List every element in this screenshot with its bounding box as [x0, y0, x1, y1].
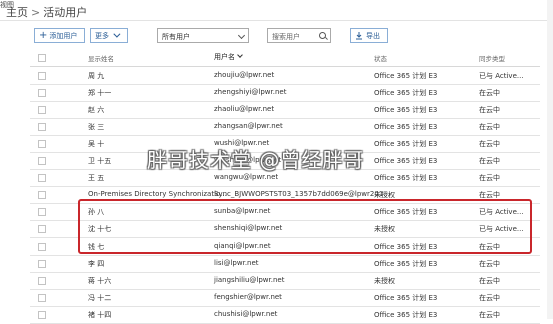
cell-user-name: zhangsan@lpwr.net — [214, 122, 283, 131]
row-checkbox[interactable] — [38, 225, 46, 234]
cell-display-name[interactable]: 蒋 十六 — [88, 276, 111, 286]
cell-sync-type: 在云中 — [479, 106, 500, 115]
search-placeholder: 搜索用户 — [272, 33, 300, 41]
export-icon — [356, 31, 362, 39]
table-row[interactable]: 张 三 zhangsan@lpwr.net Office 365 计划 E3 在云中 — [0, 119, 553, 137]
row-checkbox[interactable] — [38, 191, 46, 200]
cell-display-name[interactable]: 郑 十一 — [88, 88, 111, 98]
export-button[interactable]: 导出 — [350, 28, 388, 43]
table-row[interactable]: 李 四 lisi@lpwr.net Office 365 计划 E3 在云中 — [0, 256, 553, 273]
cell-status: 未授权 — [374, 276, 395, 285]
cell-sync-type: 在云中 — [479, 89, 500, 98]
cell-status: Office 365 计划 E3 — [374, 310, 438, 319]
cell-user-name: zhoujiu@lpwr.net — [214, 71, 275, 79]
cell-status: Office 365 计划 E3 — [374, 293, 438, 302]
select-all-checkbox[interactable] — [38, 54, 46, 62]
sort-descending-icon — [237, 52, 243, 58]
cell-sync-type: 在云中 — [479, 276, 500, 285]
scrollbar[interactable] — [547, 0, 553, 319]
cell-user-name: chushisi@lpwr.net — [214, 309, 278, 318]
watermark: 胖哥技术堂 @曾经胖哥 — [147, 148, 365, 172]
add-user-label: 添加用户 — [49, 31, 78, 40]
cell-sync-type: 在云中 — [479, 140, 500, 149]
cell-display-name[interactable]: 冯 十二 — [88, 293, 111, 303]
view-select-value: 所有用户 — [162, 33, 190, 41]
chevron-down-icon — [237, 31, 246, 40]
cell-display-name[interactable]: 褚 十四 — [88, 310, 111, 320]
cell-display-name[interactable]: 周 九 — [88, 71, 104, 81]
row-checkbox[interactable] — [38, 208, 46, 217]
row-checkbox[interactable] — [38, 89, 46, 98]
row-checkbox[interactable] — [38, 174, 46, 183]
breadcrumb-current: 活动用户 — [43, 6, 88, 19]
cell-status: Office 365 计划 E3 — [374, 123, 438, 132]
cell-display-name[interactable]: 王 五 — [88, 173, 104, 183]
cell-sync-type: 在云中 — [479, 157, 500, 166]
view-select[interactable]: 所有用户 — [157, 28, 249, 43]
cell-display-name[interactable]: 吴 十 — [88, 139, 104, 149]
cell-user-name: Sync_BJWWOPSTST03_1357b7dd069e@lpwr201..… — [214, 190, 390, 199]
breadcrumb-home[interactable]: 主页 — [6, 6, 28, 19]
table-row[interactable]: 褚 十四 chushisi@lpwr.net Office 365 计划 E3 在云中 — [0, 307, 553, 324]
cell-user-name: fengshier@lpwr.net — [214, 292, 282, 301]
cell-status: Office 365 计划 E3 — [374, 259, 438, 268]
column-header-user-name-label: 用户名 — [214, 53, 235, 61]
cell-user-name: wangwu@lpwr.net — [214, 173, 279, 182]
export-label: 导出 — [366, 31, 380, 40]
search-icon[interactable] — [319, 32, 326, 39]
row-checkbox[interactable] — [38, 72, 46, 80]
cell-display-name[interactable]: 赵 六 — [88, 105, 104, 115]
cell-status: Office 365 计划 E3 — [374, 106, 438, 115]
column-header-display-name[interactable]: 显示姓名 — [88, 53, 114, 63]
add-user-button[interactable]: + 添加用户 — [34, 28, 85, 43]
cell-display-name[interactable]: On-Premises Directory Synchronizatio... — [88, 190, 227, 198]
row-checkbox[interactable] — [38, 293, 46, 302]
cell-sync-type: 在云中 — [479, 123, 500, 132]
column-header-status[interactable]: 状态 — [374, 53, 387, 63]
column-header-sync-type[interactable]: 同步类型 — [479, 53, 505, 63]
cell-user-name: zhengshiyi@lpwr.net — [214, 88, 287, 97]
row-checkbox[interactable] — [38, 276, 46, 285]
table-row[interactable]: 蒋 十六 jiangshiliu@lpwr.net 未授权 在云中 — [0, 273, 553, 290]
cell-display-name[interactable]: 李 四 — [88, 259, 104, 269]
cell-status: Office 365 计划 E3 — [374, 72, 438, 80]
row-checkbox[interactable] — [38, 259, 46, 268]
cell-sync-type: 已与 Active... — [479, 72, 524, 80]
cell-sync-type: 在云中 — [479, 310, 500, 319]
chevron-down-icon — [113, 30, 121, 38]
cell-user-name: jiangshiliu@lpwr.net — [214, 275, 285, 284]
table-row[interactable]: 赵 六 zhaoliu@lpwr.net Office 365 计划 E3 在云中 — [0, 102, 553, 120]
cell-status: Office 365 计划 E3 — [374, 174, 438, 183]
breadcrumb: 主页 > 活动用户 — [6, 4, 87, 20]
cell-status: Office 365 计划 E3 — [374, 140, 438, 149]
row-checkbox[interactable] — [38, 310, 46, 319]
row-checkbox[interactable] — [38, 157, 46, 166]
row-checkbox[interactable] — [38, 123, 46, 132]
table-row[interactable]: 周 九 zhoujiu@lpwr.net Office 365 计划 E3 已与 Ac… — [0, 68, 553, 85]
cell-sync-type: 在云中 — [479, 259, 500, 268]
header-divider — [0, 20, 547, 21]
cell-status: Office 365 计划 E3 — [374, 157, 438, 166]
cell-user-name: zhaoliu@lpwr.net — [214, 105, 275, 114]
more-label: 更多 — [95, 31, 109, 40]
plus-icon: + — [39, 29, 48, 41]
cell-sync-type: 在云中 — [479, 174, 500, 183]
table-row[interactable]: 冯 十二 fengshier@lpwr.net Office 365 计划 E3 在云… — [0, 290, 553, 307]
row-checkbox[interactable] — [38, 106, 46, 115]
column-header-user-name[interactable]: 用户名 — [214, 52, 243, 62]
table-row[interactable]: 郑 十一 zhengshiyi@lpwr.net Office 365 计划 E3 在… — [0, 85, 553, 103]
cell-status: Office 365 计划 E3 — [374, 89, 438, 98]
cell-display-name[interactable]: 张 三 — [88, 122, 104, 132]
table-header-divider — [30, 66, 540, 67]
cell-display-name[interactable]: 卫 十五 — [88, 156, 111, 166]
highlight-box — [78, 199, 532, 254]
row-checkbox[interactable] — [38, 140, 46, 149]
more-button[interactable]: 更多 — [90, 28, 128, 43]
cell-sync-type: 在云中 — [479, 293, 500, 302]
search-input[interactable]: 搜索用户 — [267, 28, 331, 43]
breadcrumb-separator: > — [31, 6, 41, 19]
row-checkbox[interactable] — [38, 242, 46, 251]
cell-user-name: lisi@lpwr.net — [214, 258, 259, 267]
